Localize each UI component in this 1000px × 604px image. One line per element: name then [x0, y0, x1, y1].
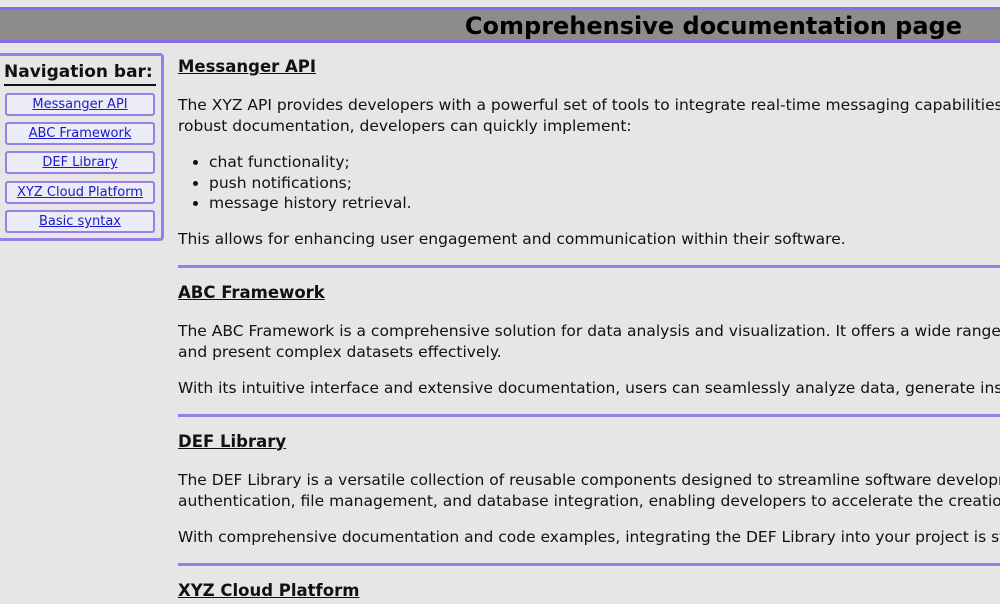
paragraph-line: The XYZ API provides developers with a p…: [178, 96, 1000, 114]
section-messanger-api: Messanger API The XYZ API provides devel…: [178, 54, 1000, 250]
feature-list: chat functionality; push notifications; …: [178, 152, 1000, 214]
paragraph: This allows for enhancing user engagemen…: [178, 229, 846, 248]
nav-item-abc-framework[interactable]: ABC Framework: [5, 122, 155, 145]
main-content: Messanger API The XYZ API provides devel…: [178, 54, 1000, 604]
paragraph-line: The DEF Library is a versatile collectio…: [178, 470, 1000, 489]
navigation-sidebar: Navigation bar: Messanger API ABC Framew…: [0, 53, 164, 241]
paragraph-line: The ABC Framework is a comprehensive sol…: [178, 321, 1000, 340]
nav-item-messanger-api[interactable]: Messanger API: [5, 93, 155, 116]
page-title: Comprehensive documentation page: [464, 12, 962, 40]
sidebar-title: Navigation bar:: [4, 60, 156, 86]
paragraph-line: robust documentation, developers can qui…: [178, 117, 632, 135]
paragraph-line: and present complex datasets effectively…: [178, 342, 502, 361]
paragraph: The DEF Library is a versatile collectio…: [178, 470, 1000, 512]
section-heading: DEF Library: [178, 431, 287, 451]
nav-link-basic-syntax[interactable]: Basic syntax: [39, 214, 121, 229]
paragraph: With comprehensive documentation and cod…: [178, 527, 1000, 546]
nav-item-basic-syntax[interactable]: Basic syntax: [5, 210, 155, 233]
nav-item-def-library[interactable]: DEF Library: [5, 151, 155, 174]
nav-link-abc-framework[interactable]: ABC Framework: [29, 126, 132, 141]
section-heading: ABC Framework: [178, 282, 325, 302]
nav-item-xyz-cloud-platform[interactable]: XYZ Cloud Platform: [5, 181, 155, 204]
nav-link-xyz-cloud-platform[interactable]: XYZ Cloud Platform: [17, 185, 143, 200]
paragraph: The XYZ API provides developers with a p…: [178, 95, 1000, 137]
list-item: chat functionality;: [209, 152, 1000, 173]
list-item: push notifications;: [209, 173, 1000, 194]
nav-link-messanger-api[interactable]: Messanger API: [32, 97, 127, 112]
section-def-library: DEF Library The DEF Library is a versati…: [178, 429, 1000, 548]
paragraph: The ABC Framework is a comprehensive sol…: [178, 321, 1000, 363]
section-heading: Messanger API: [178, 57, 317, 76]
paragraph: With its intuitive interface and extensi…: [178, 378, 1000, 397]
page-header: Comprehensive documentation page: [0, 7, 1000, 43]
nav-link-def-library[interactable]: DEF Library: [42, 155, 117, 170]
section-abc-framework: ABC Framework The ABC Framework is a com…: [178, 280, 1000, 399]
list-item: message history retrieval.: [209, 193, 1000, 214]
paragraph-line: authentication, file management, and dat…: [178, 491, 1000, 510]
